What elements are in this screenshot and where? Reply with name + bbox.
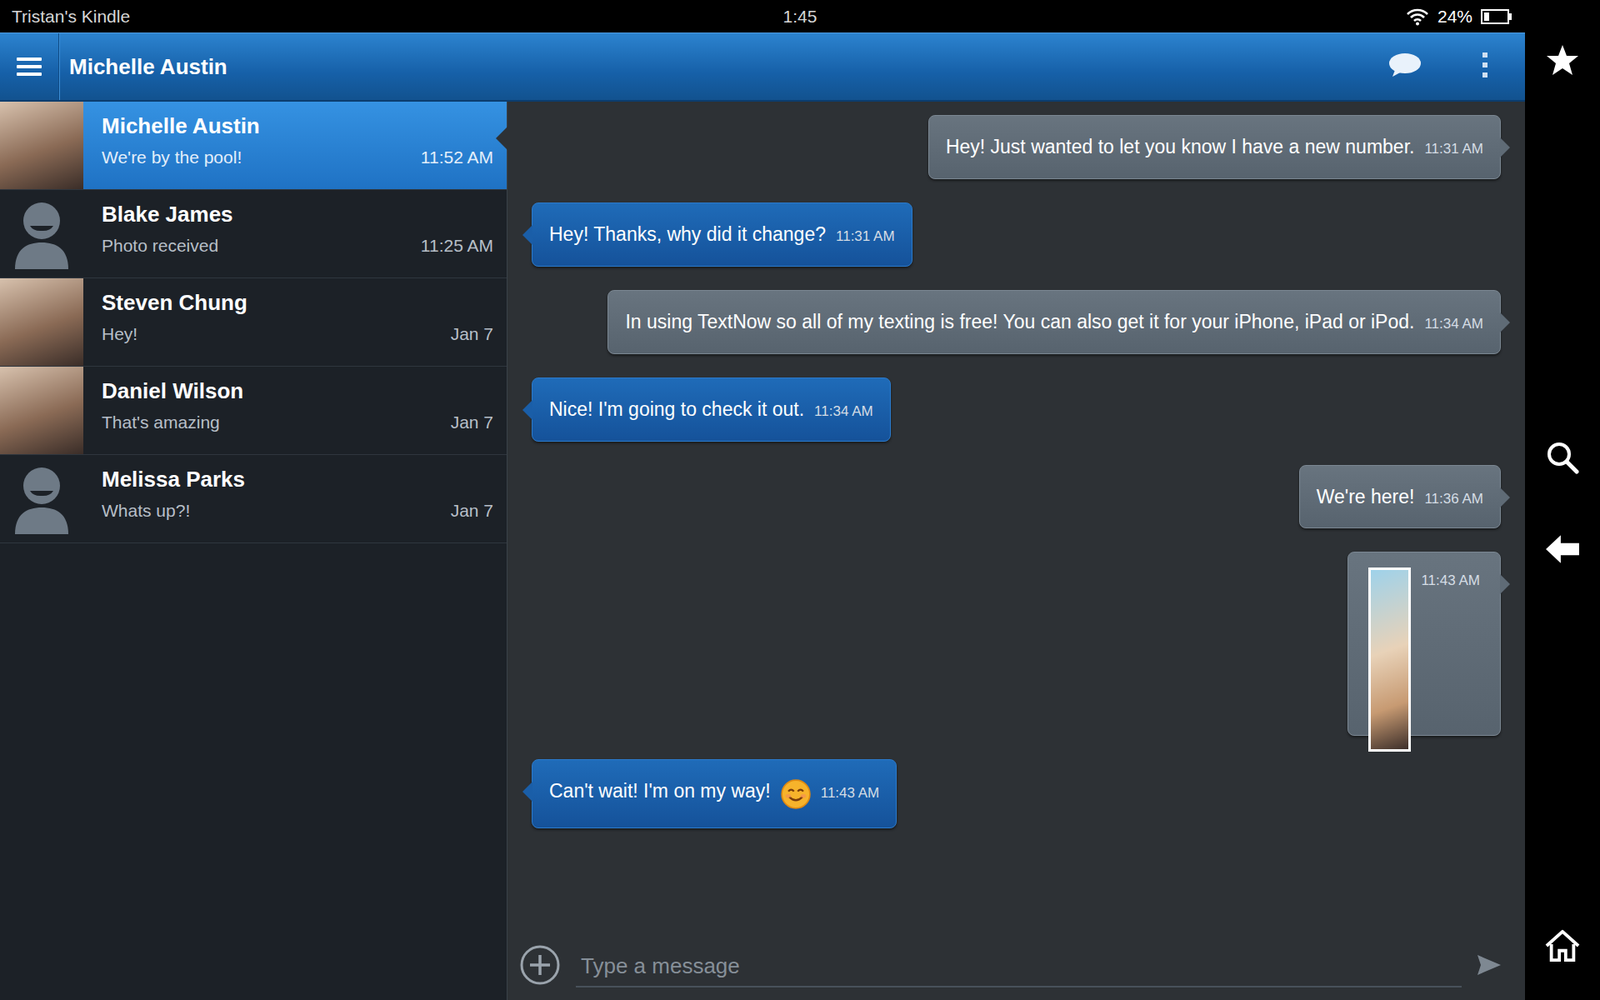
battery-percent: 24% (1437, 6, 1473, 27)
home-icon (1545, 929, 1580, 963)
message-text: Hey! Thanks, why did it change? (549, 222, 826, 248)
message-bubble[interactable]: Hey! Thanks, why did it change? 11:31 AM (531, 202, 913, 267)
home-button[interactable] (1537, 925, 1588, 967)
message-bubble[interactable]: Nice! I'm going to check it out. 11:34 AM (531, 377, 891, 442)
message-time: 11:52 AM (420, 147, 494, 168)
avatar-photo (0, 366, 84, 455)
send-button[interactable] (1476, 954, 1502, 980)
conversation-item[interactable]: Daniel Wilson That's amazing Jan 7 (0, 366, 507, 455)
person-icon (0, 192, 84, 276)
wifi-icon (1405, 7, 1430, 26)
message-preview: That's amazing (101, 412, 220, 433)
device-name: Tristan's Kindle (0, 6, 784, 27)
message-time: Jan 7 (450, 500, 494, 521)
hamburger-icon (16, 56, 42, 77)
message-time: 11:43 AM (820, 785, 880, 802)
star-icon (1545, 43, 1580, 77)
tablet-screen: Tristan's Kindle1:4524%Michelle AustinMi… (0, 0, 1600, 1000)
favorites-button[interactable] (1537, 39, 1588, 81)
conversation-item[interactable]: Steven Chung Hey! Jan 7 (0, 278, 507, 367)
battery-icon (1480, 9, 1512, 25)
overflow-menu-button[interactable] (1481, 51, 1489, 82)
new-message-button[interactable] (1388, 52, 1422, 81)
contact-name: Blake James (101, 201, 494, 228)
conversation-item[interactable]: Michelle Austin We're by the pool! 11:52 A… (0, 101, 507, 190)
avatar-placeholder (0, 190, 84, 278)
message-time: 11:36 AM (1424, 490, 1484, 508)
contact-name: Daniel Wilson (101, 378, 494, 405)
status-bar: Tristan's Kindle1:45 24% (0, 0, 1600, 33)
speech-bubble-icon (1388, 52, 1422, 78)
message-text: Hey! Just wanted to let you know I have … (945, 135, 1415, 160)
message-time: 11:43 AM (1420, 567, 1480, 590)
message-bubble[interactable]: 11:43 AM (1347, 551, 1501, 736)
message-time: Jan 7 (450, 324, 494, 345)
message-input[interactable] (575, 946, 1462, 988)
search-button[interactable] (1537, 436, 1588, 479)
conversation-list: Michelle Austin We're by the pool! 11:52 A… (0, 101, 508, 1000)
conversation-item[interactable]: Blake James Photo received 11:25 AM (0, 190, 507, 279)
menu-button[interactable] (0, 56, 59, 77)
message-preview: Photo received (101, 235, 219, 256)
contact-name: Steven Chung (101, 290, 494, 316)
message-text: We're here! (1316, 485, 1415, 510)
message-text: In using TextNow so all of my texting is… (625, 310, 1415, 335)
contact-name: Melissa Parks (101, 466, 494, 493)
avatar-photo (0, 278, 84, 366)
clock: 1:45 (783, 6, 818, 27)
attach-button[interactable] (519, 944, 561, 990)
divider (58, 33, 60, 100)
message-preview: Whats up?! (101, 500, 190, 521)
system-nav-bar (1525, 32, 1600, 1000)
message-thread: Hey! Just wanted to let you know I have … (507, 101, 1525, 934)
smiley-emoji-icon (780, 779, 811, 810)
message-time: 11:31 AM (835, 228, 895, 245)
more-options-icon (1481, 51, 1489, 79)
conversation-item[interactable]: Melissa Parks Whats up?! Jan 7 (0, 455, 507, 544)
message-bubble[interactable]: Hey! Just wanted to let you know I have … (928, 115, 1501, 180)
send-icon (1476, 954, 1502, 976)
search-icon (1545, 440, 1580, 475)
photo-attachment[interactable] (1368, 567, 1411, 752)
message-preview: Hey! (101, 324, 138, 345)
message-preview: We're by the pool! (101, 147, 242, 168)
back-arrow-icon (1545, 532, 1580, 566)
message-text: Nice! I'm going to check it out. (549, 397, 805, 423)
app-bar: Michelle Austin (0, 32, 1525, 102)
chat-pane: Hey! Just wanted to let you know I have … (507, 101, 1525, 1000)
message-time: 11:34 AM (814, 403, 874, 420)
conversation-title: Michelle Austin (69, 54, 1389, 80)
status-indicators: 24% (816, 6, 1600, 27)
message-bubble[interactable]: We're here! 11:36 AM (1299, 465, 1501, 530)
back-button[interactable] (1537, 528, 1588, 570)
contact-name: Michelle Austin (101, 113, 494, 140)
message-bubble[interactable]: Can't wait! I'm on my way! 11:43 AM (531, 759, 897, 829)
message-time: 11:34 AM (1424, 315, 1484, 333)
message-bubble[interactable]: In using TextNow so all of my texting is… (607, 290, 1501, 355)
avatar-placeholder (0, 455, 84, 543)
message-time: 11:25 AM (420, 235, 494, 256)
composer (507, 933, 1525, 1000)
message-time: 11:31 AM (1424, 140, 1484, 158)
person-icon (0, 457, 84, 541)
message-text: Can't wait! I'm on my way! (549, 779, 771, 805)
add-circle-icon (519, 944, 561, 986)
message-time: Jan 7 (450, 412, 494, 433)
avatar-photo (0, 101, 84, 190)
